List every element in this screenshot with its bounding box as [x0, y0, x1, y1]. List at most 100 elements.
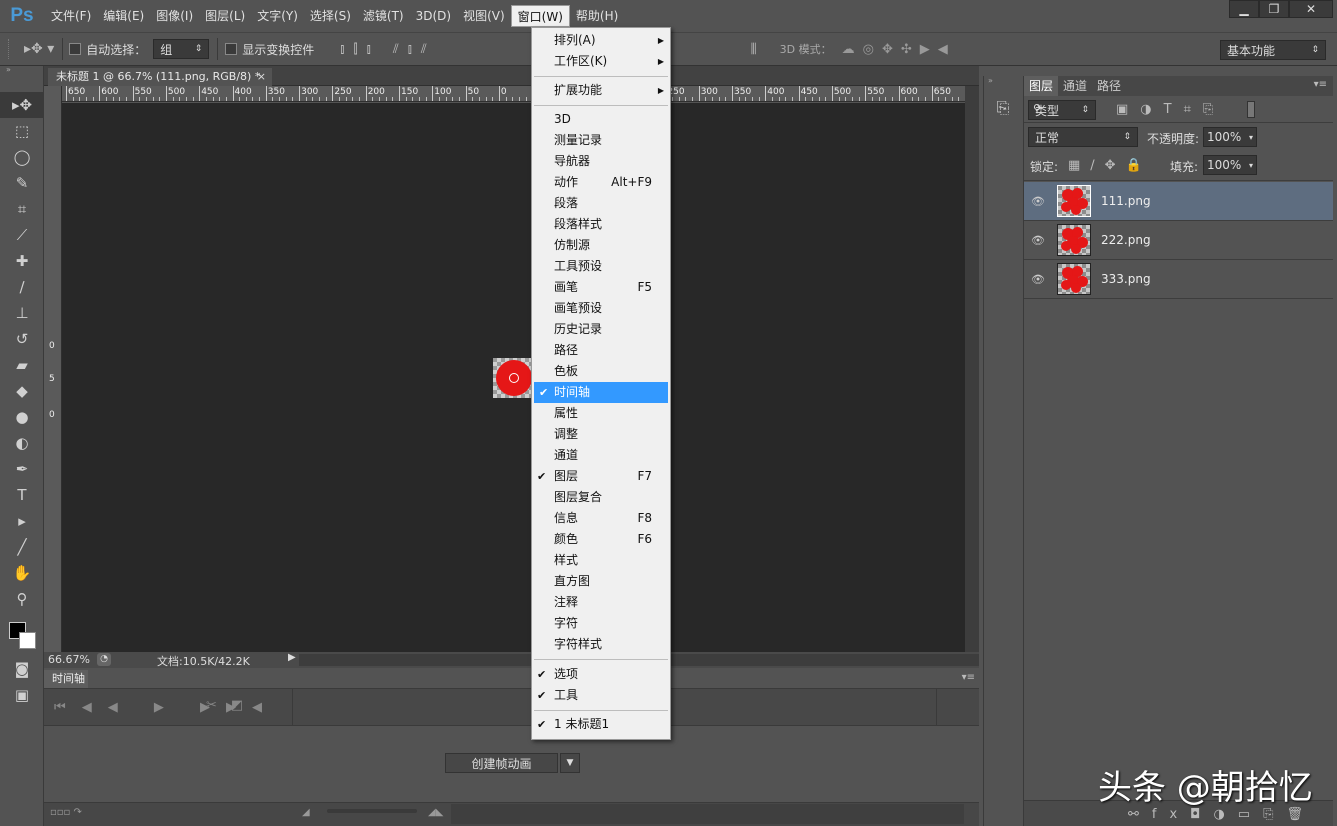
- tab-channels[interactable]: 通道: [1058, 76, 1092, 96]
- collapse-icon[interactable]: »: [0, 66, 43, 74]
- window-menu-item[interactable]: 工具预设: [532, 256, 670, 277]
- path-selection-icon[interactable]: ▸: [0, 508, 44, 534]
- brush-tool-icon[interactable]: ∕: [0, 274, 44, 300]
- panel-menu-icon[interactable]: ▾≡: [1314, 79, 1327, 90]
- history-brush-icon[interactable]: ↺: [0, 326, 44, 352]
- auto-select-checkbox[interactable]: [69, 43, 82, 55]
- window-menu-item[interactable]: 画笔 F5: [532, 277, 670, 298]
- menu-item-2[interactable]: 图像(I): [150, 5, 199, 27]
- window-menu-item[interactable]: 图层复合: [532, 487, 670, 508]
- vertical-scrollbar[interactable]: [965, 86, 979, 652]
- background-color[interactable]: [19, 632, 36, 649]
- layer-filter-icons[interactable]: ▣◑T⌗⎘: [1116, 102, 1225, 117]
- menu-item-6[interactable]: 滤镜(T): [357, 5, 410, 27]
- quick-selection-tool-icon[interactable]: ✎: [0, 170, 44, 196]
- zoom-in-icon[interactable]: ◢◣: [428, 807, 443, 818]
- visibility-eye-icon[interactable]: 👁: [1024, 273, 1052, 286]
- split-transition-icons[interactable]: ✂◩: [206, 698, 257, 713]
- create-frame-animation-button[interactable]: 创建帧动画: [445, 753, 558, 773]
- window-menu-item[interactable]: 工作区(K) ▶: [532, 51, 670, 72]
- fill-input[interactable]: 100% ▾: [1203, 155, 1257, 175]
- auto-select-dropdown[interactable]: 组 ⇕: [153, 39, 210, 59]
- window-menu-item[interactable]: 路径: [532, 340, 670, 361]
- tab-paths[interactable]: 路径: [1092, 76, 1126, 96]
- vertical-ruler[interactable]: 0 5 0: [44, 86, 62, 652]
- close-window-button[interactable]: ✕: [1289, 0, 1333, 18]
- window-menu-item[interactable]: 段落样式: [532, 214, 670, 235]
- collapse-icon[interactable]: »: [984, 76, 1021, 85]
- menu-item-9[interactable]: 窗口(W): [510, 5, 570, 27]
- menu-item-8[interactable]: 视图(V): [457, 5, 511, 27]
- filter-toggle[interactable]: [1247, 101, 1255, 118]
- timeline-tab[interactable]: 时间轴: [44, 670, 88, 688]
- screen-mode-icon[interactable]: ▣: [0, 682, 44, 708]
- window-menu-item[interactable]: 导航器: [532, 151, 670, 172]
- blur-tool-icon[interactable]: ●: [0, 404, 44, 430]
- window-menu-item[interactable]: 3D: [532, 109, 670, 130]
- window-menu-item[interactable]: 历史记录: [532, 319, 670, 340]
- window-menu-item[interactable]: 工具 ✔: [532, 685, 670, 706]
- layer-row[interactable]: 👁 333.png: [1024, 260, 1333, 299]
- tab-layers[interactable]: 图层: [1024, 76, 1059, 96]
- canvas-area[interactable]: [62, 103, 965, 652]
- paint-bucket-icon[interactable]: ◆: [0, 378, 44, 404]
- zoom-out-icon[interactable]: ◢: [302, 807, 310, 818]
- type-tool-icon[interactable]: T: [0, 482, 44, 508]
- window-menu-item[interactable]: 1 未标题1 ✔: [532, 714, 670, 735]
- window-menu-item[interactable]: 通道: [532, 445, 670, 466]
- canvas-image[interactable]: [493, 358, 533, 398]
- opacity-input[interactable]: 100% ▾: [1203, 127, 1257, 147]
- minimize-button[interactable]: ▁: [1229, 0, 1259, 18]
- status-menu-arrow-icon[interactable]: ▶: [288, 652, 296, 663]
- crop-tool-icon[interactable]: ⌗: [0, 196, 44, 222]
- chevron-down-icon[interactable]: ▼: [560, 753, 580, 773]
- blend-mode-dropdown[interactable]: 正常 ⇕: [1028, 127, 1138, 147]
- menu-item-0[interactable]: 文件(F): [45, 5, 97, 27]
- window-menu-item[interactable]: 颜色 F6: [532, 529, 670, 550]
- status-info-icon[interactable]: ◔: [97, 653, 111, 666]
- menu-item-7[interactable]: 3D(D): [410, 5, 457, 27]
- window-menu-item[interactable]: 字符: [532, 613, 670, 634]
- window-menu-item[interactable]: 图层 ✔ F7: [532, 466, 670, 487]
- line-tool-icon[interactable]: ╱: [0, 534, 44, 560]
- window-menu-item[interactable]: 字符样式: [532, 634, 670, 655]
- history-panel-icon[interactable]: ⎘: [984, 91, 1022, 125]
- menu-item-1[interactable]: 编辑(E): [97, 5, 150, 27]
- clone-stamp-icon[interactable]: ⊥: [0, 300, 44, 326]
- window-menu-item[interactable]: 排列(A) ▶: [532, 30, 670, 51]
- menu-item-4[interactable]: 文字(Y): [251, 5, 304, 27]
- window-menu-item[interactable]: 段落: [532, 193, 670, 214]
- window-menu-item[interactable]: 扩展功能 ▶: [532, 80, 670, 101]
- move-tool-icon[interactable]: ▸✥: [0, 92, 44, 118]
- window-menu-item[interactable]: 注释: [532, 592, 670, 613]
- panel-menu-icon[interactable]: ▾≡: [962, 672, 975, 683]
- zoom-level[interactable]: 66.67%: [48, 653, 90, 666]
- color-swatches[interactable]: [0, 612, 43, 656]
- eraser-tool-icon[interactable]: ▰: [0, 352, 44, 378]
- window-menu-item[interactable]: 信息 F8: [532, 508, 670, 529]
- timeline-footer-icons[interactable]: ▫▫▫ ↷: [50, 807, 82, 818]
- visibility-eye-icon[interactable]: 👁: [1024, 234, 1052, 247]
- layer-row[interactable]: 👁 111.png: [1024, 182, 1333, 221]
- move-tool-preset-icon[interactable]: ▸✥ ▾: [24, 41, 54, 57]
- menu-item-5[interactable]: 选择(S): [304, 5, 357, 27]
- eyedropper-tool-icon[interactable]: ⟋: [0, 222, 44, 248]
- pen-tool-icon[interactable]: ✒: [0, 456, 44, 482]
- show-transform-checkbox[interactable]: [225, 43, 238, 55]
- close-tab-icon[interactable]: ×: [257, 68, 266, 86]
- window-menu-item[interactable]: 属性: [532, 403, 670, 424]
- dodge-tool-icon[interactable]: ◐: [0, 430, 44, 456]
- quick-mask-icon[interactable]: ◙: [0, 656, 44, 682]
- workspace-switcher[interactable]: 基本功能 ⇕: [1220, 40, 1326, 60]
- restore-button[interactable]: ❐: [1259, 0, 1289, 18]
- visibility-eye-icon[interactable]: 👁: [1024, 195, 1052, 208]
- window-menu-item[interactable]: 时间轴 ✔: [534, 382, 668, 403]
- window-menu-item[interactable]: 直方图: [532, 571, 670, 592]
- timeline-zoom-slider[interactable]: [327, 809, 417, 813]
- menu-item-10[interactable]: 帮助(H): [570, 5, 624, 27]
- horizontal-ruler[interactable]: 6506005505004504003503002502001501005005…: [62, 86, 965, 102]
- menu-item-3[interactable]: 图层(L): [199, 5, 251, 27]
- layer-row[interactable]: 👁 222.png: [1024, 221, 1333, 260]
- window-menu-item[interactable]: 色板: [532, 361, 670, 382]
- distribute-icon[interactable]: ⫼: [751, 42, 766, 57]
